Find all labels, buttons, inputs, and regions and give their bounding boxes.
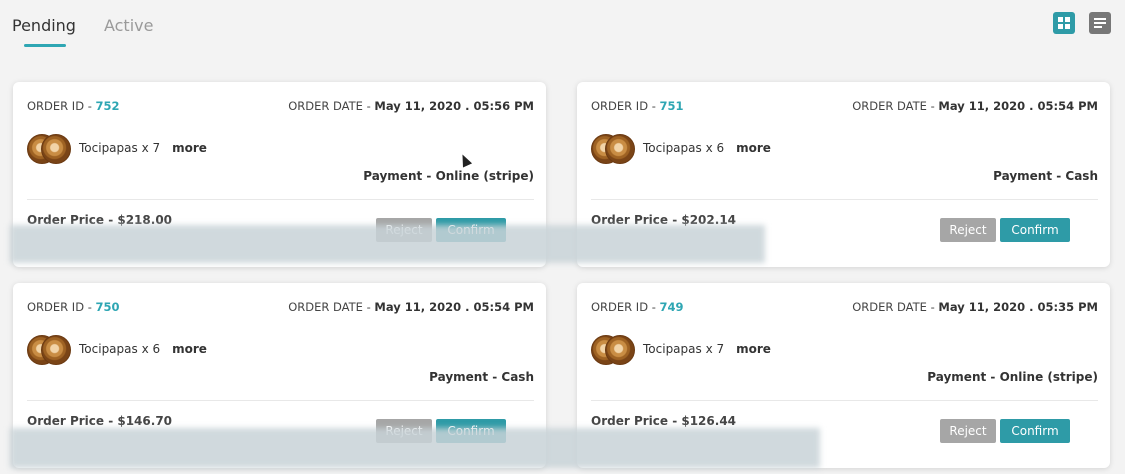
order-price-value: $126.44 <box>681 414 737 428</box>
payment-label: Payment - <box>363 169 436 183</box>
payment-method: Cash <box>501 370 534 384</box>
order-id-label: ORDER ID - <box>591 300 660 314</box>
payment-info: Payment - Cash <box>993 169 1098 183</box>
payment-info: Payment - Online (stripe) <box>927 370 1098 384</box>
food-thumbnail <box>591 132 635 164</box>
order-id: 749 <box>659 300 684 314</box>
order-date-label: ORDER DATE - <box>288 300 375 314</box>
order-date-label: ORDER DATE - <box>288 99 375 113</box>
food-thumbnail <box>27 132 71 164</box>
order-date: May 11, 2020 . 05:35 PM <box>938 300 1098 314</box>
order-date-label: ORDER DATE - <box>852 300 939 314</box>
food-thumbnail <box>27 333 71 365</box>
grid-view-icon[interactable] <box>1053 12 1075 34</box>
divider <box>27 199 534 200</box>
order-price-label: Order Price - <box>27 414 118 428</box>
item-name: Tocipapas x 7 <box>643 342 725 356</box>
more-link[interactable]: more <box>172 342 207 356</box>
payment-method: Online (stripe) <box>999 370 1098 384</box>
reject-button[interactable]: Reject <box>940 218 996 242</box>
payment-info: Payment - Online (stripe) <box>363 169 534 183</box>
order-item: Tocipapas x 7 more <box>27 132 207 164</box>
order-date-label: ORDER DATE - <box>852 99 939 113</box>
payment-label: Payment - <box>429 370 502 384</box>
order-price-value: $146.70 <box>117 414 173 428</box>
payment-label: Payment - <box>993 169 1066 183</box>
divider <box>27 400 534 401</box>
blur-overlay <box>10 225 765 263</box>
order-id-label: ORDER ID - <box>27 99 96 113</box>
confirm-button[interactable]: Confirm <box>1000 419 1070 443</box>
view-toggle <box>1053 12 1111 34</box>
order-price: Order Price - $126.44 <box>591 414 736 428</box>
order-item: Tocipapas x 6 more <box>27 333 207 365</box>
item-name: Tocipapas x 7 <box>79 141 161 155</box>
more-link[interactable]: more <box>736 141 771 155</box>
tab-active[interactable]: Active <box>104 16 154 43</box>
order-tabs: Pending Active <box>12 16 154 47</box>
item-name: Tocipapas x 6 <box>79 342 161 356</box>
tab-pending[interactable]: Pending <box>12 16 76 47</box>
order-id: 750 <box>95 300 120 314</box>
payment-method: Cash <box>1065 169 1098 183</box>
confirm-button[interactable]: Confirm <box>1000 218 1070 242</box>
order-id: 752 <box>95 99 120 113</box>
divider <box>591 400 1098 401</box>
order-date: May 11, 2020 . 05:56 PM <box>374 99 534 113</box>
order-item: Tocipapas x 6 more <box>591 132 771 164</box>
order-id-label: ORDER ID - <box>27 300 96 314</box>
order-date: May 11, 2020 . 05:54 PM <box>374 300 534 314</box>
list-view-icon[interactable] <box>1089 12 1111 34</box>
more-link[interactable]: more <box>736 342 771 356</box>
order-id-label: ORDER ID - <box>591 99 660 113</box>
reject-button[interactable]: Reject <box>940 419 996 443</box>
item-name: Tocipapas x 6 <box>643 141 725 155</box>
order-price: Order Price - $146.70 <box>27 414 172 428</box>
food-thumbnail <box>591 333 635 365</box>
blur-overlay <box>10 428 820 468</box>
order-id: 751 <box>659 99 684 113</box>
order-price-label: Order Price - <box>591 414 682 428</box>
order-item: Tocipapas x 7 more <box>591 333 771 365</box>
order-date: May 11, 2020 . 05:54 PM <box>938 99 1098 113</box>
divider <box>591 199 1098 200</box>
payment-method: Online (stripe) <box>435 169 534 183</box>
payment-info: Payment - Cash <box>429 370 534 384</box>
payment-label: Payment - <box>927 370 1000 384</box>
more-link[interactable]: more <box>172 141 207 155</box>
